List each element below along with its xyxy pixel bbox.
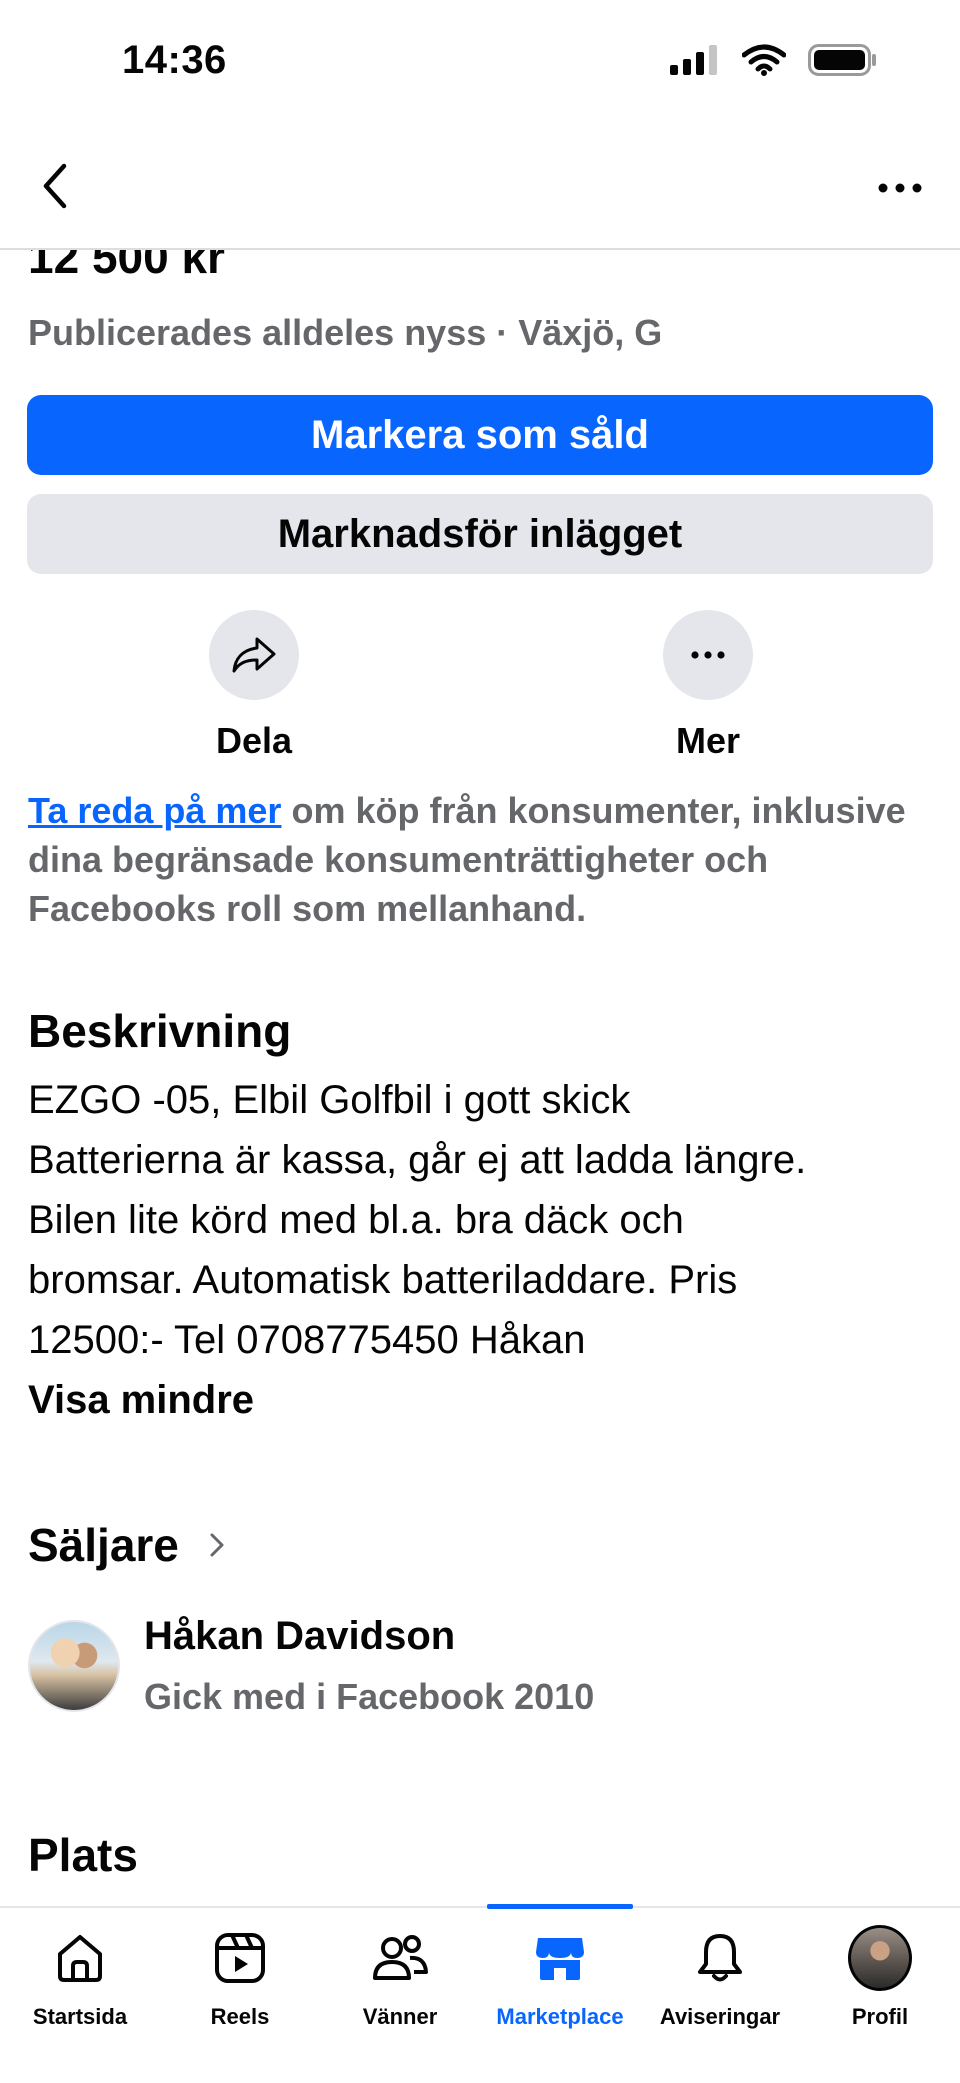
more-dots-icon — [691, 651, 725, 659]
seller-name[interactable]: Håkan Davidson — [144, 1614, 455, 1659]
mark-as-sold-button[interactable]: Markera som såld — [27, 395, 933, 475]
seller-title: Säljare — [28, 1519, 179, 1571]
status-icons — [670, 44, 878, 76]
seller-section-header[interactable]: Säljare — [28, 1518, 225, 1572]
more-dots-icon — [878, 183, 922, 193]
promote-listing-button[interactable]: Marknadsför inlägget — [27, 494, 933, 574]
bottom-tab-bar: Startsida Reels Vänner Marketplace Avise… — [0, 1904, 960, 2083]
friends-icon — [373, 1935, 428, 1980]
learn-more-link[interactable]: Ta reda på mer — [28, 790, 281, 831]
tab-label: Marketplace — [496, 2004, 624, 2029]
chevron-left-icon — [43, 163, 67, 209]
share-label: Dela — [215, 720, 293, 761]
status-time: 14:36 — [122, 38, 227, 82]
place-title: Plats — [28, 1829, 138, 1881]
tab-reels[interactable]: Reels — [160, 1926, 320, 2030]
seller-joined: Gick med i Facebook 2010 — [144, 1676, 595, 1717]
consumer-info-text: Ta reda på mer om köp från konsumenter, … — [28, 786, 928, 933]
description-title: Beskrivning — [28, 1005, 292, 1057]
more-button[interactable] — [663, 610, 753, 700]
show-less-button[interactable]: Visa mindre — [28, 1378, 254, 1423]
top-navigation-bar — [0, 130, 960, 250]
share-action[interactable]: Dela — [174, 610, 334, 762]
share-button[interactable] — [209, 610, 299, 700]
tab-label: Startsida — [32, 2004, 128, 2029]
back-button[interactable] — [30, 156, 80, 216]
tab-label: Vänner — [362, 2004, 438, 2029]
marketplace-icon — [536, 1938, 584, 1980]
active-tab-indicator — [487, 1904, 633, 1909]
tab-label: Profil — [851, 2004, 909, 2029]
more-options-button[interactable] — [870, 168, 930, 208]
seller-avatar[interactable] — [28, 1620, 120, 1712]
cellular-signal-icon — [670, 45, 717, 75]
tab-aviseringar[interactable]: Aviseringar — [640, 1926, 800, 2030]
bell-icon — [698, 1934, 742, 1982]
share-icon — [232, 637, 276, 673]
more-action[interactable]: Mer — [628, 610, 788, 762]
tab-startsida[interactable]: Startsida — [0, 1926, 160, 2030]
tab-label: Aviseringar — [659, 2004, 781, 2029]
tab-profil[interactable]: Profil — [800, 1925, 960, 2030]
profile-avatar — [848, 1925, 912, 1991]
home-icon — [58, 1935, 102, 1982]
reels-icon — [215, 1933, 265, 1983]
battery-icon — [808, 44, 876, 76]
chevron-right-icon — [210, 1533, 224, 1557]
tab-vanner[interactable]: Vänner — [320, 1926, 480, 2030]
more-label: Mer — [675, 720, 741, 761]
tab-label: Reels — [210, 2004, 270, 2029]
description-body: EZGO -05, Elbil Golfbil i gott skick Bat… — [28, 1078, 807, 1362]
published-info: Publicerades alldeles nyss · Växjö, G — [28, 312, 663, 353]
wifi-icon — [742, 44, 786, 76]
tab-marketplace[interactable]: Marketplace — [480, 1926, 640, 2030]
